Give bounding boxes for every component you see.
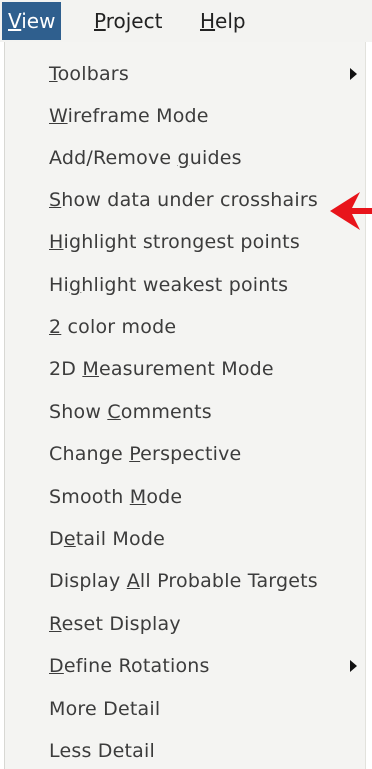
menu-item-display-all-probable-targets[interactable]: Display All Probable Targets bbox=[5, 561, 365, 601]
menu-help[interactable]: Help bbox=[194, 6, 252, 36]
menu-item-define-rotations[interactable]: Define Rotations bbox=[5, 646, 365, 686]
menu-item-reset-display[interactable]: Reset Display bbox=[5, 604, 365, 644]
menu-bar: View Project Help bbox=[0, 0, 372, 42]
red-arrow-icon bbox=[330, 192, 372, 230]
menu-item-add-remove-guides[interactable]: Add/Remove guides bbox=[5, 138, 365, 178]
menu-item-change-perspective[interactable]: Change Perspective bbox=[5, 434, 365, 474]
menu-item-smooth-mode[interactable]: Smooth Mode bbox=[5, 477, 365, 517]
menu-item-wireframe-mode[interactable]: Wireframe Mode bbox=[5, 96, 365, 136]
menu-item-2-color-mode[interactable]: 2 color mode bbox=[5, 307, 365, 347]
menu-item-toolbars[interactable]: Toolbars bbox=[5, 54, 365, 94]
menu-item-detail-mode[interactable]: Detail Mode bbox=[5, 519, 365, 559]
menu-item-highlight-weakest-points[interactable]: Highlight weakest points bbox=[5, 265, 365, 305]
submenu-arrow-icon bbox=[350, 660, 357, 672]
menu-item-show-comments[interactable]: Show Comments bbox=[5, 392, 365, 432]
menu-item-less-detail[interactable]: Less Detail bbox=[5, 731, 365, 769]
menu-item-show-data-under-crosshairs[interactable]: Show data under crosshairs bbox=[5, 180, 365, 220]
menu-view[interactable]: View bbox=[2, 2, 62, 40]
view-menu-dropdown: Toolbars Wireframe Mode Add/Remove guide… bbox=[4, 42, 366, 769]
submenu-arrow-icon bbox=[350, 68, 357, 80]
menu-item-highlight-strongest-points[interactable]: Highlight strongest points bbox=[5, 222, 365, 262]
menu-item-more-detail[interactable]: More Detail bbox=[5, 689, 365, 729]
menu-item-2d-measurement-mode[interactable]: 2D Measurement Mode bbox=[5, 349, 365, 389]
menu-project[interactable]: Project bbox=[88, 6, 168, 36]
